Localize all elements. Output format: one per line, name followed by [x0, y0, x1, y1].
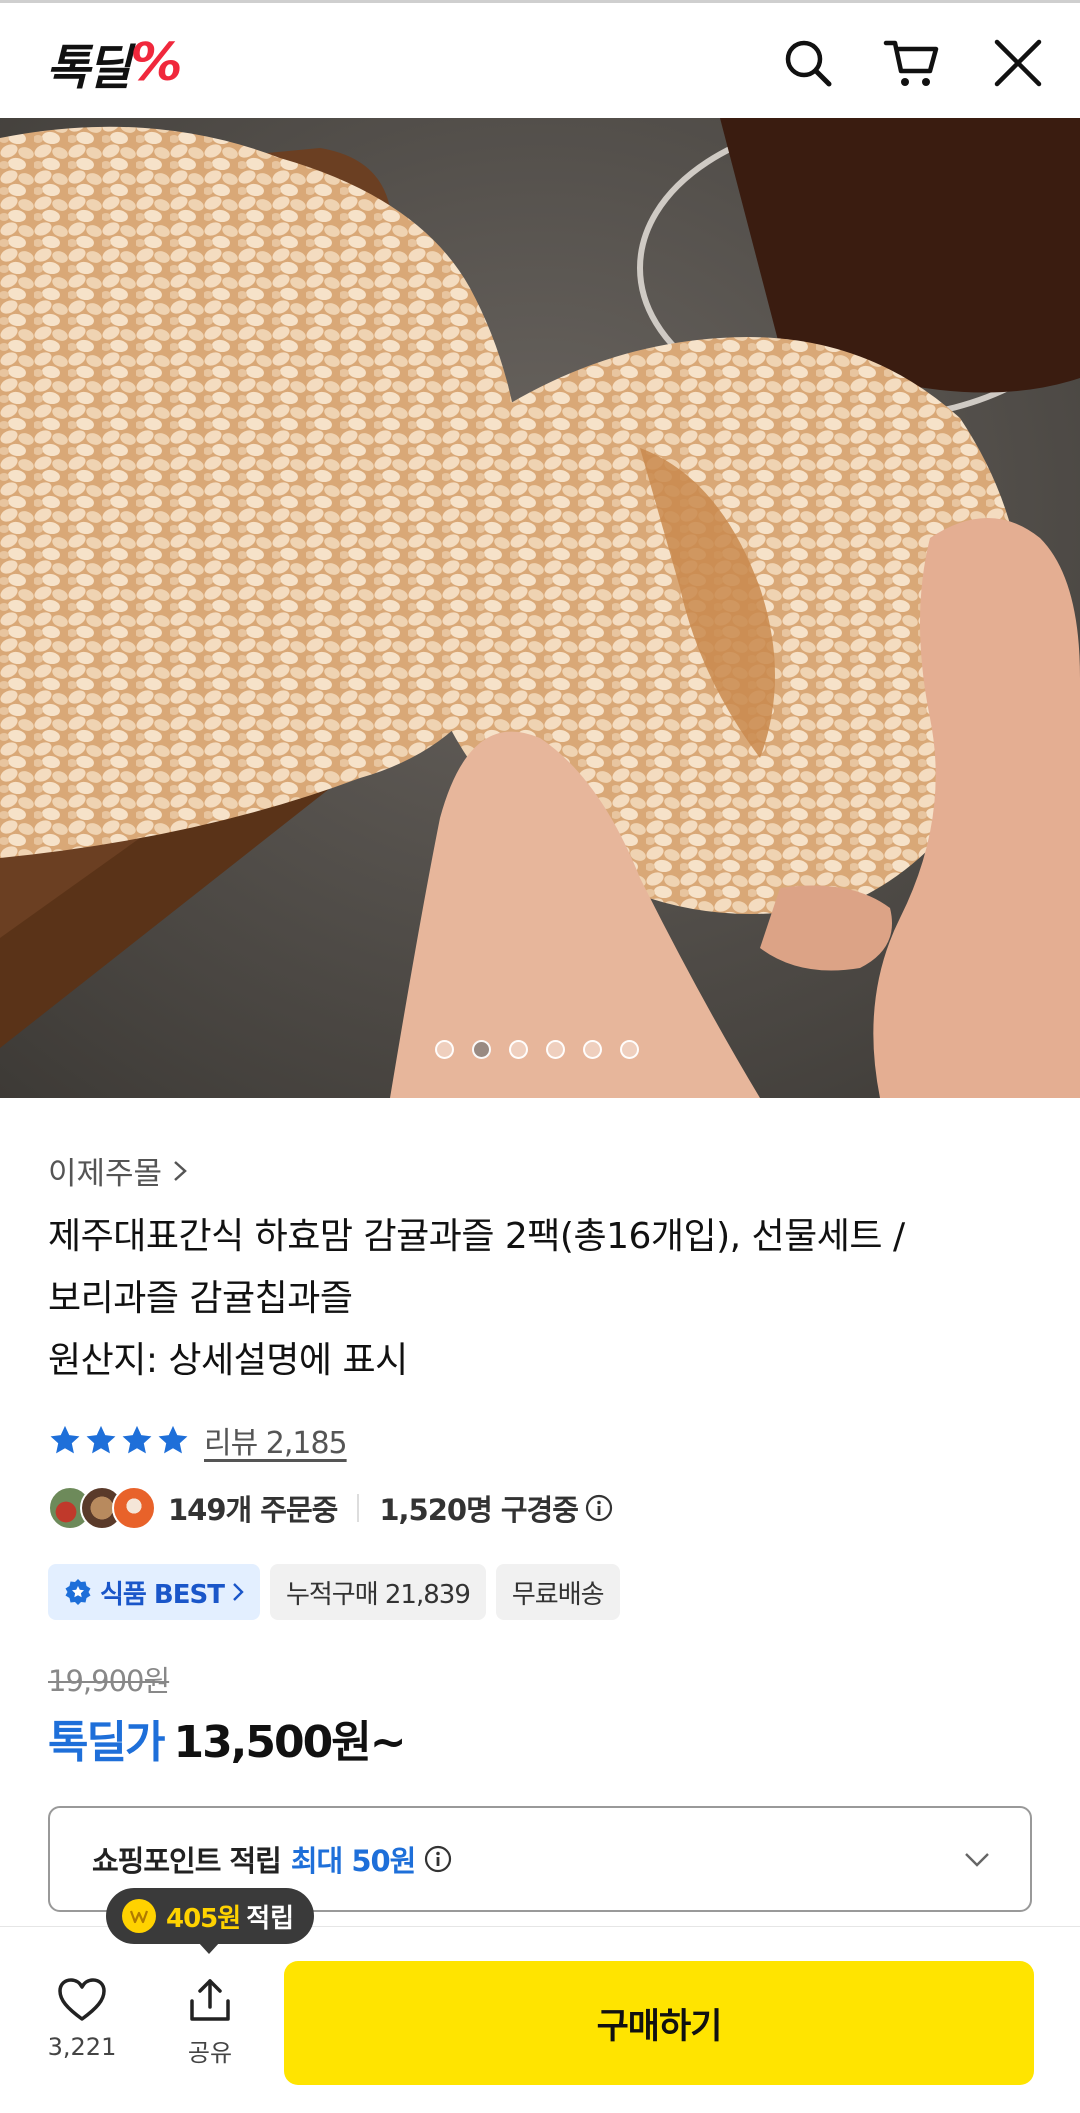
talkdeal-logo[interactable]: 톡딜 % [46, 33, 183, 96]
viewers-count: 1,520명 구경중 [379, 1493, 579, 1527]
cart-icon[interactable] [882, 33, 942, 93]
info-icon[interactable] [423, 1844, 453, 1874]
close-icon[interactable] [988, 33, 1048, 93]
carousel-dot-active[interactable] [472, 1040, 491, 1059]
seller-link[interactable]: 이제주몰 [48, 1148, 188, 1193]
divider [357, 1494, 360, 1522]
top-header: 톡딜 % [0, 0, 1080, 118]
heart-icon [58, 1978, 106, 2021]
buy-button[interactable]: 구매하기 [284, 1961, 1034, 2085]
best-badge-label: 식품 BEST [100, 1579, 225, 1610]
carousel-dot[interactable] [546, 1040, 565, 1059]
star-icon [158, 1425, 188, 1454]
title-line: 보리과즐 감귤칩과즐 [48, 1278, 353, 1319]
tooltip-tail [198, 1942, 220, 1954]
product-title: 제주대표간식 하효맘 감귤과즐 2팩(총16개입), 선물세트 / 보리과즐 감… [48, 1206, 1038, 1392]
carousel-indicator [0, 1040, 1080, 1059]
best-seal-icon [65, 1579, 91, 1605]
product-photo [0, 118, 1080, 1098]
coin-icon [122, 1899, 156, 1933]
deal-price: 13,500원~ [173, 1717, 406, 1768]
share-icon [190, 1979, 230, 2021]
star-icon [122, 1425, 152, 1454]
chevron-down-icon [965, 1853, 989, 1867]
avatar [112, 1486, 156, 1530]
search-icon[interactable] [778, 33, 838, 93]
orders-count: 149개 주문중 [168, 1493, 338, 1527]
carousel-dot[interactable] [620, 1040, 639, 1059]
buyer-avatars [48, 1486, 156, 1530]
seller-name: 이제주몰 [48, 1156, 163, 1192]
carousel-dot[interactable] [509, 1040, 528, 1059]
like-count: 3,221 [47, 2033, 117, 2061]
logo-text: 톡딜 [46, 40, 131, 96]
share-label: 공유 [187, 2039, 233, 2067]
star-icon [86, 1425, 116, 1454]
social-proof-row: 149개 주문중 1,520명 구경중 [48, 1486, 614, 1530]
like-button[interactable]: 3,221 [42, 1977, 122, 2061]
logo-mark: % [130, 33, 183, 93]
food-best-badge[interactable]: 식품 BEST [48, 1564, 260, 1620]
bottom-action-bar: 3,221 공유 구매하기 [0, 1926, 1080, 2113]
tooltip-amount: 405원 [166, 1903, 241, 1934]
star-icon [50, 1425, 80, 1454]
free-shipping-badge: 무료배송 [495, 1564, 620, 1620]
chevron-right-icon [233, 1583, 244, 1601]
deal-label: 톡딜가 [48, 1717, 165, 1768]
deal-price-row: 톡딜가 13,500원~ [48, 1706, 407, 1770]
tooltip-label: 적립 [246, 1903, 295, 1934]
title-line: 제주대표간식 하효맘 감귤과즐 2팩(총16개입), 선물세트 / [48, 1216, 905, 1257]
cumulative-purchase-badge: 누적구매 21,839 [269, 1564, 486, 1620]
points-label: 쇼핑포인트 적립 [92, 1844, 282, 1878]
chevron-right-icon [174, 1160, 187, 1181]
badge-row: 식품 BEST 누적구매 21,839 무료배송 [48, 1564, 620, 1620]
title-line: 원산지: 상세설명에 표시 [48, 1340, 408, 1381]
info-icon[interactable] [584, 1493, 614, 1523]
product-image-carousel[interactable] [0, 118, 1080, 1098]
review-count-link[interactable]: 리뷰 2,185 [204, 1418, 348, 1462]
original-price: 19,900원 [48, 1664, 170, 1698]
points-tooltip: 405원 적립 [106, 1888, 315, 1944]
star-rating [48, 1423, 190, 1457]
rating-row: 리뷰 2,185 [48, 1418, 348, 1462]
share-button[interactable]: 공유 [170, 1977, 250, 2068]
carousel-dot[interactable] [435, 1040, 454, 1059]
carousel-dot[interactable] [583, 1040, 602, 1059]
points-max: 최대 50원 [290, 1844, 416, 1878]
